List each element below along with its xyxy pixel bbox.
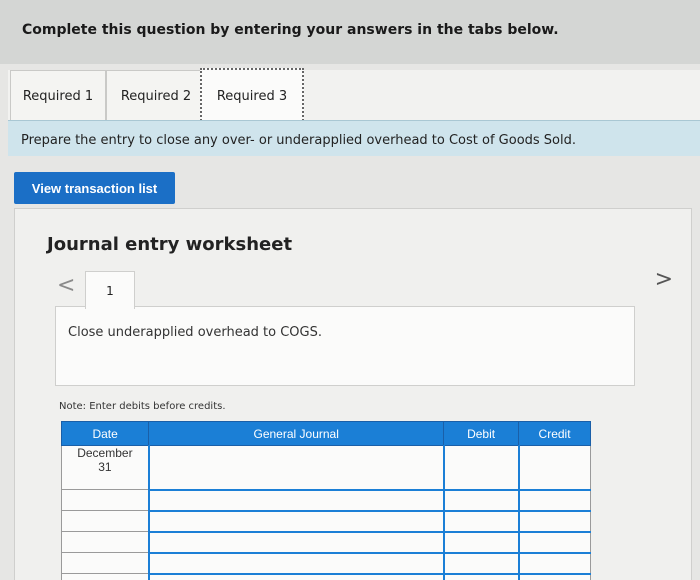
account-input[interactable]	[147, 531, 445, 554]
journal-header-row: Date General Journal Debit Credit	[60, 421, 591, 446]
instruction-text: Prepare the entry to close any over- or …	[21, 133, 577, 148]
account-input[interactable]	[147, 445, 445, 491]
debit-header: Debit	[443, 421, 520, 446]
journal-entry-worksheet: Journal entry worksheet < > 1 Close unde…	[14, 208, 692, 580]
question-header: Complete this question by entering your …	[0, 0, 700, 64]
credit-input[interactable]	[517, 445, 591, 491]
account-input[interactable]	[147, 510, 445, 533]
debit-input[interactable]	[442, 489, 520, 512]
tab-required-2[interactable]: Required 2	[106, 70, 206, 122]
debit-input[interactable]	[442, 445, 520, 491]
date-cell[interactable]	[60, 552, 150, 574]
table-row: December 31	[60, 445, 591, 491]
tab-strip: Required 1 Required 2 Required 3	[8, 68, 700, 124]
credit-header: Credit	[518, 421, 591, 446]
date-cell[interactable]	[60, 573, 150, 580]
date-cell: December 31	[60, 445, 150, 490]
entry-description: Close underapplied overhead to COGS.	[68, 325, 322, 340]
date-cell[interactable]	[60, 510, 150, 532]
chevron-left-icon[interactable]: <	[57, 273, 75, 298]
date-cell[interactable]	[60, 489, 150, 511]
table-row	[60, 531, 591, 554]
debit-input[interactable]	[442, 552, 520, 575]
table-row	[60, 510, 591, 533]
account-input[interactable]	[147, 489, 445, 512]
date-day: 31	[98, 460, 112, 474]
table-row	[60, 573, 591, 580]
tab-required-3[interactable]: Required 3	[200, 68, 304, 124]
tab-required-1[interactable]: Required 1	[10, 70, 106, 122]
entry-tab-1[interactable]: 1	[85, 271, 135, 309]
credit-input[interactable]	[517, 552, 591, 575]
account-input[interactable]	[147, 573, 445, 580]
debit-input[interactable]	[442, 510, 520, 533]
view-transaction-list-button[interactable]: View transaction list	[14, 172, 175, 204]
journal-table: Date General Journal Debit Credit Decemb…	[60, 421, 591, 580]
credit-input[interactable]	[517, 531, 591, 554]
date-header: Date	[60, 421, 150, 446]
instruction-band: Prepare the entry to close any over- or …	[8, 120, 700, 156]
credit-input[interactable]	[517, 510, 591, 533]
credit-input[interactable]	[517, 489, 591, 512]
account-input[interactable]	[147, 552, 445, 575]
table-row	[60, 552, 591, 575]
date-cell[interactable]	[60, 531, 150, 553]
table-row	[60, 489, 591, 512]
debit-input[interactable]	[442, 531, 520, 554]
general-journal-header: General Journal	[148, 421, 445, 446]
question-header-text: Complete this question by entering your …	[22, 22, 559, 38]
debits-note: Note: Enter debits before credits.	[59, 401, 226, 412]
worksheet-title: Journal entry worksheet	[47, 234, 293, 255]
chevron-right-icon[interactable]: >	[655, 267, 673, 292]
credit-input[interactable]	[517, 573, 591, 580]
date-month: December	[77, 446, 133, 460]
entry-description-box: Close underapplied overhead to COGS.	[55, 306, 635, 386]
debit-input[interactable]	[442, 573, 520, 580]
